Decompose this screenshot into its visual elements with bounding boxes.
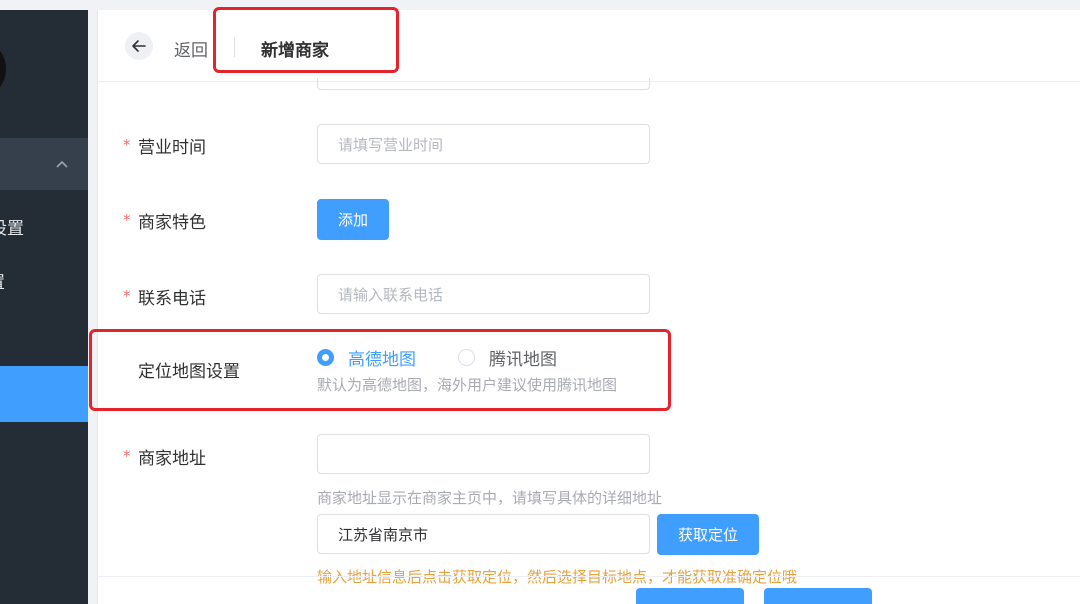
required-mark: * bbox=[123, 447, 131, 465]
sidebar-item-settings[interactable]: 设置 bbox=[0, 214, 24, 239]
sidebar-item-secondary[interactable]: 置 bbox=[0, 268, 5, 293]
address-hint: 商家地址显示在商家主页中，请填写具体的详细地址 bbox=[317, 489, 663, 507]
required-mark: * bbox=[123, 136, 131, 154]
back-link[interactable]: 返回 bbox=[174, 36, 208, 61]
previous-input-field[interactable] bbox=[317, 78, 650, 90]
logo bbox=[0, 46, 6, 92]
features-label: 商家特色 bbox=[138, 213, 206, 233]
phone-input[interactable]: 请输入联系电话 bbox=[317, 274, 650, 314]
business-hours-input[interactable]: 请填写营业时间 bbox=[317, 124, 650, 164]
footer-primary-button[interactable] bbox=[636, 588, 744, 604]
sidebar-item-active[interactable] bbox=[0, 366, 88, 422]
footer-secondary-button[interactable] bbox=[764, 588, 872, 604]
sidebar-menu-group[interactable] bbox=[0, 138, 88, 190]
back-button[interactable] bbox=[125, 32, 153, 60]
address-input[interactable] bbox=[317, 434, 650, 474]
arrow-left-icon bbox=[132, 40, 146, 52]
highlight-box-title bbox=[213, 7, 399, 73]
chevron-up-icon[interactable] bbox=[54, 156, 70, 172]
sidebar: 设置 置 bbox=[0, 10, 88, 604]
business-hours-label: 营业时间 bbox=[138, 138, 206, 158]
required-mark: * bbox=[123, 287, 131, 305]
highlight-box-map-setting bbox=[89, 329, 671, 411]
footer-divider bbox=[97, 576, 1080, 577]
address-label: 商家地址 bbox=[138, 449, 206, 469]
city-input[interactable]: 江苏省南京市 bbox=[317, 514, 650, 554]
get-location-button[interactable]: 获取定位 bbox=[657, 514, 759, 555]
phone-label: 联系电话 bbox=[138, 289, 206, 309]
add-feature-button[interactable]: 添加 bbox=[317, 199, 389, 240]
required-mark: * bbox=[123, 211, 131, 229]
